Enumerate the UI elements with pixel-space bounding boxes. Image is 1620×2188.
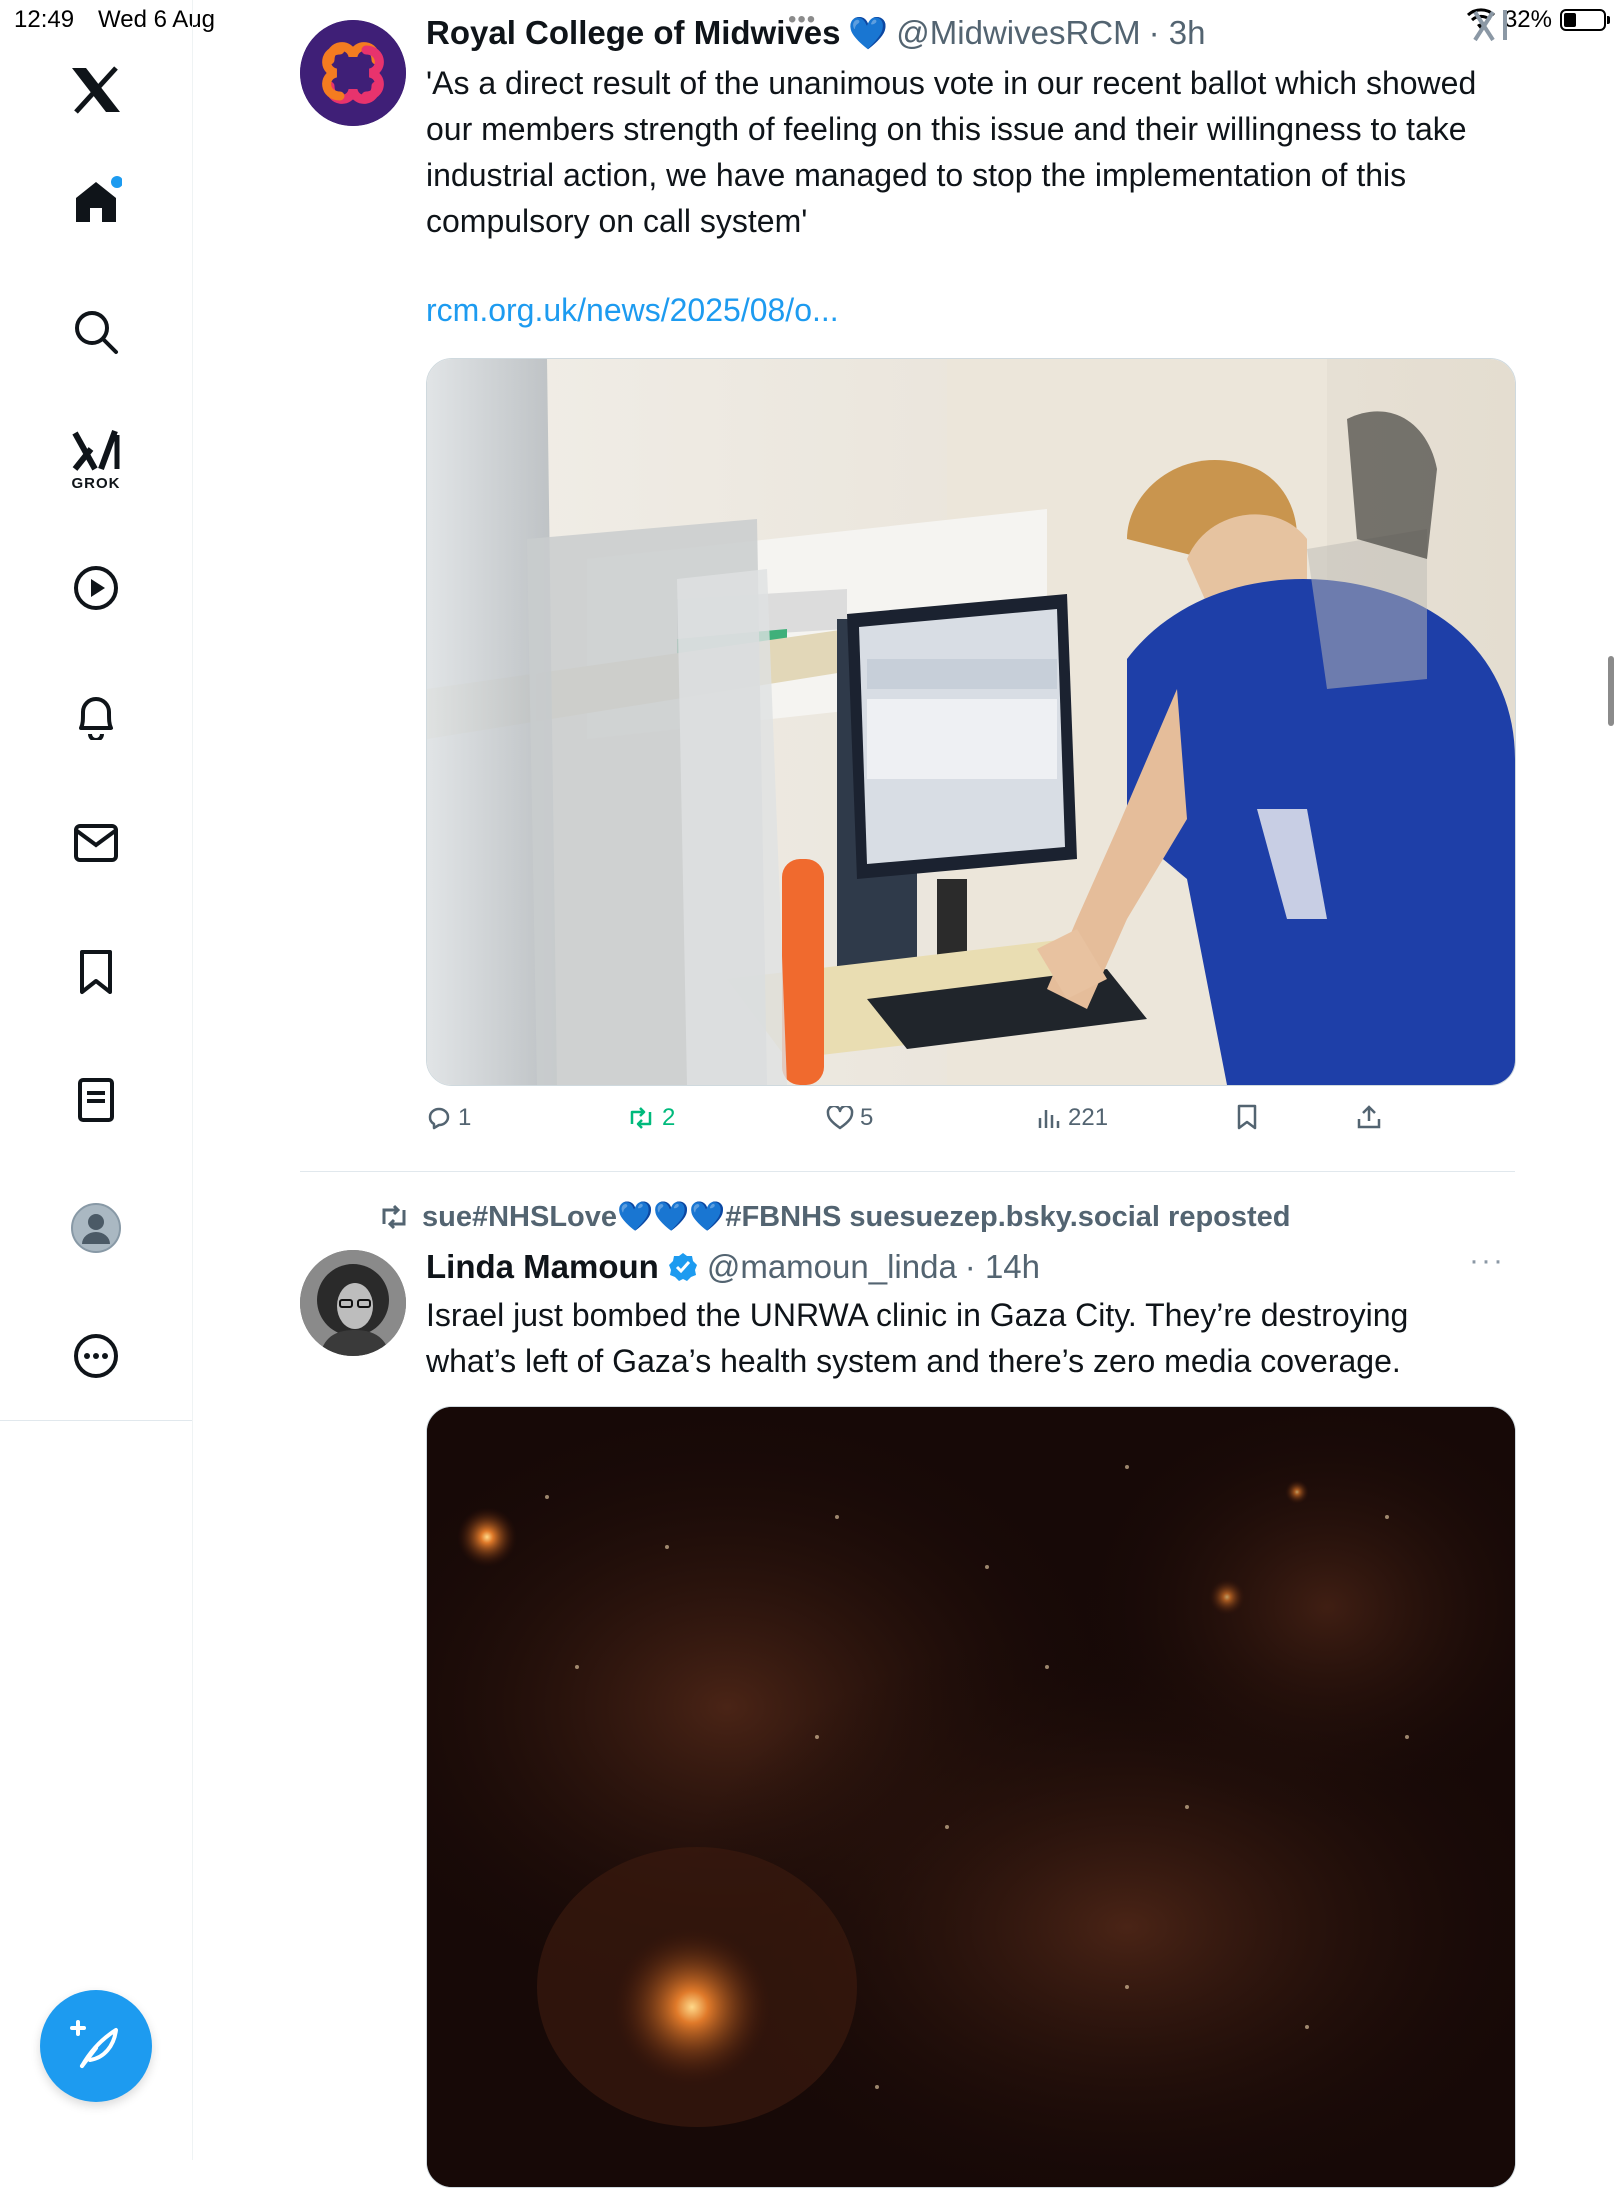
search-icon (75, 311, 118, 354)
author-handle[interactable]: @MidwivesRCM (896, 14, 1140, 52)
grok-label: GROK (71, 474, 121, 492)
sidebar-item-bookmarks[interactable] (56, 932, 136, 1012)
repost-button[interactable]: 2 (626, 1104, 675, 1132)
author-name[interactable]: Royal College of Midwives (426, 14, 840, 52)
author-handle[interactable]: @mamoun_linda (707, 1248, 957, 1286)
sidebar-item-more[interactable] (56, 1316, 136, 1396)
post-time[interactable]: · 3h (1149, 14, 1206, 52)
avatar[interactable] (300, 1250, 406, 1356)
post-link[interactable]: rcm.org.uk/news/2025/08/o... (426, 292, 839, 329)
reply-count: 1 (458, 1104, 472, 1131)
share-button[interactable] (1356, 1104, 1382, 1130)
night-explosion-image (427, 1407, 1515, 2187)
mail-icon (74, 824, 118, 862)
sidebar-item-grok[interactable]: GROK (56, 415, 136, 505)
post-time[interactable]: · 14h (965, 1248, 1040, 1286)
post-actions: 1 2 5 221 (426, 1104, 1426, 1144)
views-button[interactable]: 221 (1036, 1104, 1108, 1132)
home-icon (76, 176, 122, 222)
battery-icon (1560, 9, 1610, 31)
grok-icon (72, 429, 120, 471)
compose-button[interactable] (40, 1990, 152, 2102)
post-video[interactable] (426, 1406, 1516, 2188)
repost-count: 2 (662, 1104, 676, 1131)
more-options-icon[interactable]: ··· (1469, 1244, 1505, 1278)
bookmark-icon (80, 950, 112, 994)
sidebar-item-lists[interactable] (56, 1060, 136, 1140)
like-button[interactable]: 5 (826, 1104, 873, 1132)
bookmark-icon (1237, 1104, 1257, 1130)
post-text: 'As a direct result of the unanimous vot… (426, 65, 1477, 239)
view-count: 221 (1068, 1104, 1109, 1131)
sidebar-item-messages[interactable] (56, 803, 136, 883)
like-count: 5 (860, 1104, 874, 1131)
share-icon (1357, 1105, 1381, 1129)
verified-badge-icon (668, 1253, 697, 1281)
reply-button[interactable]: 1 (426, 1104, 471, 1132)
play-icon (74, 566, 118, 610)
post-header: Linda Mamoun @mamoun_linda · 14h (426, 1248, 1040, 1286)
compose-icon (70, 2020, 118, 2068)
post-header: Royal College of Midwives 💙 @MidwivesRCM… (426, 14, 1205, 52)
bookmark-button[interactable] (1236, 1104, 1258, 1130)
list-icon (78, 1078, 114, 1122)
post-rcm[interactable]: Royal College of Midwives 💙 @MidwivesRCM… (300, 0, 1516, 1170)
rcm-logo-icon (300, 20, 406, 126)
scrollbar[interactable] (1608, 656, 1614, 726)
more-circle-icon (74, 1334, 118, 1378)
heart-icon (826, 1106, 854, 1130)
sidebar-item-profile[interactable] (56, 1188, 136, 1268)
sidebar-item-video[interactable] (56, 548, 136, 628)
sidebar: GROK (0, 0, 193, 2160)
sidebar-item-notifications[interactable] (56, 676, 136, 756)
post-text: Israel just bombed the UNRWA clinic in G… (426, 1297, 1409, 1379)
reply-icon (428, 1107, 450, 1130)
midwife-at-computer-image (427, 359, 1515, 1085)
x-logo-icon[interactable] (56, 50, 136, 130)
repost-icon (630, 1107, 652, 1129)
bell-icon (79, 697, 113, 740)
heart-badge: 💙 (848, 15, 889, 51)
author-name[interactable]: Linda Mamoun (426, 1248, 659, 1286)
sidebar-item-search[interactable] (56, 292, 136, 372)
post-image[interactable] (426, 358, 1516, 1086)
post-linda-mamoun[interactable]: Linda Mamoun @mamoun_linda · 14h ··· Isr… (300, 1172, 1516, 2188)
profile-photo (300, 1250, 406, 1356)
profile-icon (71, 1203, 121, 1253)
sidebar-item-home[interactable] (56, 162, 136, 242)
sidebar-divider (0, 1420, 192, 1421)
avatar[interactable] (300, 20, 406, 126)
views-icon (1038, 1110, 1060, 1128)
more-options-icon[interactable] (1471, 8, 1515, 52)
